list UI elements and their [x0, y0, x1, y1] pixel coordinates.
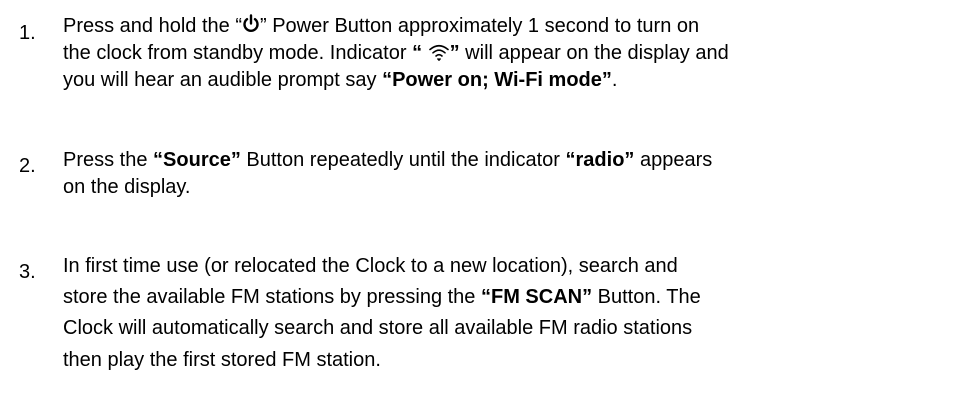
step-number: 1.	[19, 22, 36, 44]
step-line: the clock from standby mode. Indicator “…	[63, 41, 729, 65]
step-text: will appear on the display and	[459, 42, 729, 64]
step-text: Button. The	[592, 286, 701, 308]
quote-mark: ”	[449, 42, 460, 64]
step-text: Clock will automatically search and stor…	[63, 317, 693, 339]
step-number: 3.	[19, 261, 36, 283]
quote-mark: “	[412, 42, 428, 64]
step-line: Press and hold the “ ” Power Button appr…	[63, 14, 699, 38]
step-text: store the available FM stations by press…	[63, 286, 481, 308]
step-line: on the display.	[63, 175, 191, 199]
step-number: 2.	[19, 155, 36, 177]
step-line: you will hear an audible prompt say “Pow…	[63, 68, 617, 92]
button-name: “FM SCAN”	[481, 286, 593, 308]
wifi-icon	[428, 44, 449, 61]
instruction-page: 1. Press and hold the “ ” Power Button a…	[0, 0, 963, 402]
step-text: ” Power Button approximately 1 second to…	[260, 15, 700, 37]
button-name: “Source”	[153, 149, 241, 171]
step-text: .	[611, 69, 618, 91]
step-line: Press the “Source” Button repeatedly unt…	[63, 148, 712, 172]
step-text: Press the	[63, 149, 154, 171]
prompt-text: “Power on; Wi-Fi mode”	[382, 69, 612, 91]
step-text: In first time use (or relocated the Cloc…	[63, 255, 678, 277]
step-text: Press and hold the “	[63, 15, 242, 37]
step-text: then play the first stored FM station.	[63, 349, 381, 371]
step-line: Clock will automatically search and stor…	[63, 316, 692, 340]
step-text: Button repeatedly until the indicator	[240, 149, 566, 171]
step-text: on the display.	[63, 176, 191, 198]
step-line: store the available FM stations by press…	[63, 285, 701, 309]
step-text: the clock from standby mode. Indicator	[63, 42, 413, 64]
step-text: appears	[634, 149, 713, 171]
indicator-name: “radio”	[565, 149, 635, 171]
step-line: then play the first stored FM station.	[63, 348, 381, 372]
step-line: In first time use (or relocated the Cloc…	[63, 254, 678, 278]
power-icon	[243, 14, 259, 33]
step-text: you will hear an audible prompt say	[63, 69, 383, 91]
